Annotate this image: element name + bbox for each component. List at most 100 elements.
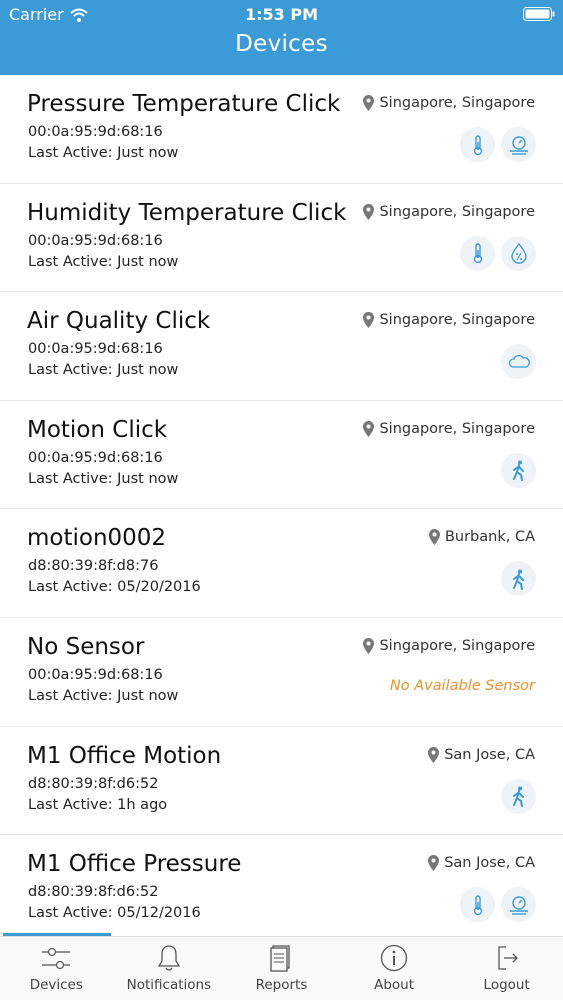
logout-icon <box>498 946 518 970</box>
device-name: No Sensor <box>27 633 145 660</box>
location-label: Singapore, Singapore <box>379 312 535 329</box>
device-row[interactable]: motion0002 d8:80:39:8f:d8:76 Last Active: … <box>0 509 563 618</box>
tab-label: Logout <box>483 977 530 993</box>
device-mac: 00:0a:95:9d:68:16 <box>28 449 163 466</box>
tab-devices[interactable]: Devices <box>0 937 113 1000</box>
status-bar: Carrier 1:53 PM <box>0 0 563 30</box>
device-name: M1 Office Motion <box>27 742 222 769</box>
location-label: San Jose, CA <box>444 855 535 872</box>
device-list[interactable]: Pressure Temperature Click 00:0a:95:9d:68… <box>0 75 563 933</box>
sensor-button[interactable] <box>501 778 536 814</box>
location-pin-icon <box>428 746 440 763</box>
walking-person-icon <box>512 460 524 482</box>
device-last-active: Last Active: 05/20/2016 <box>28 579 201 596</box>
sensor-list <box>501 344 536 380</box>
device-row[interactable]: Motion Click 00:0a:95:9d:68:16 Last Active… <box>0 400 563 510</box>
device-last-active: Last Active: Just now <box>28 145 179 161</box>
location-pin-icon <box>363 312 375 329</box>
thermometer-icon <box>473 134 482 155</box>
sensor-button[interactable] <box>501 887 536 923</box>
device-mac: 00:0a:95:9d:68:16 <box>28 124 163 140</box>
device-name: Humidity Temperature Click <box>27 199 347 226</box>
sensor-list <box>460 887 536 923</box>
sensor-button[interactable] <box>501 452 536 488</box>
sensor-button[interactable] <box>501 127 536 162</box>
cloud-icon <box>508 354 530 368</box>
sensor-button[interactable] <box>460 235 495 271</box>
location-pin-icon <box>363 420 375 437</box>
tab-label: Devices <box>29 977 83 993</box>
device-row[interactable]: Pressure Temperature Click 00:0a:95:9d:68… <box>0 75 563 184</box>
device-row[interactable]: M1 Office Motion d8:80:39:8f:d6:52 Last Ac… <box>0 726 563 836</box>
location-pin-icon <box>363 95 375 111</box>
device-row[interactable]: M1 Office Pressure d8:80:39:8f:d6:52 Last … <box>0 835 563 933</box>
location-pin-icon <box>363 203 375 220</box>
device-last-active: Last Active: Just now <box>28 362 179 379</box>
device-row[interactable]: Air Quality Click 00:0a:95:9d:68:16 Last A… <box>0 292 563 401</box>
sensor-button[interactable] <box>501 235 536 271</box>
thermometer-icon <box>473 894 482 915</box>
clock: 1:53 PM <box>244 5 318 24</box>
location-label: Singapore, Singapore <box>379 637 535 654</box>
navigation-bar: Carrier 1:53 PM Devices <box>0 0 563 75</box>
location-label: Singapore, Singapore <box>379 95 535 111</box>
tab-label: Notifications <box>126 977 212 993</box>
no-sensor-text: No Available Sensor <box>389 677 535 694</box>
tab-reports[interactable]: Reports <box>225 937 338 1000</box>
sensor-list <box>460 127 536 162</box>
sliders-icon <box>42 947 71 970</box>
tab-about[interactable]: About <box>338 937 451 1000</box>
device-mac: d8:80:39:8f:d6:52 <box>28 775 159 792</box>
pressure-icon <box>509 135 528 155</box>
device-name: Pressure Temperature Click <box>27 91 341 117</box>
device-location: Singapore, Singapore <box>363 203 535 220</box>
sensor-button[interactable] <box>501 561 536 597</box>
sensor-button[interactable] <box>460 887 495 923</box>
tab-notifications[interactable]: Notifications <box>113 937 226 1000</box>
tab-logout[interactable]: Logout <box>450 937 563 1000</box>
device-name: M1 Office Pressure <box>27 851 242 878</box>
sensor-button[interactable] <box>460 127 495 162</box>
info-icon <box>380 944 408 972</box>
device-last-active: Last Active: Just now <box>28 687 179 704</box>
walking-person-icon <box>512 569 524 590</box>
device-mac: 00:0a:95:9d:68:16 <box>28 232 163 249</box>
device-mac: d8:80:39:8f:d8:76 <box>28 558 159 575</box>
location-pin-icon <box>363 637 375 654</box>
battery-icon <box>523 7 555 21</box>
device-row[interactable]: No Sensor 00:0a:95:9d:68:16 Last Active: J… <box>0 617 563 727</box>
page-title: Devices <box>235 31 328 57</box>
tab-label: Reports <box>255 977 308 993</box>
report-icon <box>270 945 291 972</box>
device-row[interactable]: Humidity Temperature Click 00:0a:95:9d:68… <box>0 183 563 293</box>
device-location: Singapore, Singapore <box>363 637 535 654</box>
device-name: Air Quality Click <box>27 308 211 335</box>
pressure-icon <box>509 895 528 915</box>
device-location: Singapore, Singapore <box>363 420 535 437</box>
device-last-active: Last Active: Just now <box>28 253 179 270</box>
device-name: Motion Click <box>27 416 168 443</box>
device-name: motion0002 <box>27 525 167 552</box>
location-pin-icon <box>428 529 440 546</box>
device-mac: 00:0a:95:9d:68:16 <box>28 341 163 358</box>
device-mac: 00:0a:95:9d:68:16 <box>28 666 163 683</box>
location-label: Burbank, CA <box>444 529 535 546</box>
location-label: Singapore, Singapore <box>379 203 535 220</box>
tab-bar: Devices Notifications Reports About Logo… <box>0 936 563 1000</box>
sensor-list <box>501 561 536 597</box>
location-pin-icon <box>428 855 440 872</box>
sensor-list <box>501 452 536 488</box>
bell-icon <box>157 945 181 971</box>
sensor-button[interactable] <box>501 344 536 380</box>
humidity-icon <box>510 242 527 264</box>
device-last-active: Last Active: 1h ago <box>28 796 168 813</box>
device-location: San Jose, CA <box>428 855 535 872</box>
device-location: San Jose, CA <box>428 746 535 763</box>
location-label: Singapore, Singapore <box>379 420 535 437</box>
device-mac: d8:80:39:8f:d6:52 <box>28 884 159 901</box>
device-last-active: Last Active: Just now <box>28 470 179 487</box>
thermometer-icon <box>473 243 482 264</box>
walking-person-icon <box>512 786 524 808</box>
device-location: Singapore, Singapore <box>363 312 535 329</box>
tab-label: About <box>374 977 415 993</box>
